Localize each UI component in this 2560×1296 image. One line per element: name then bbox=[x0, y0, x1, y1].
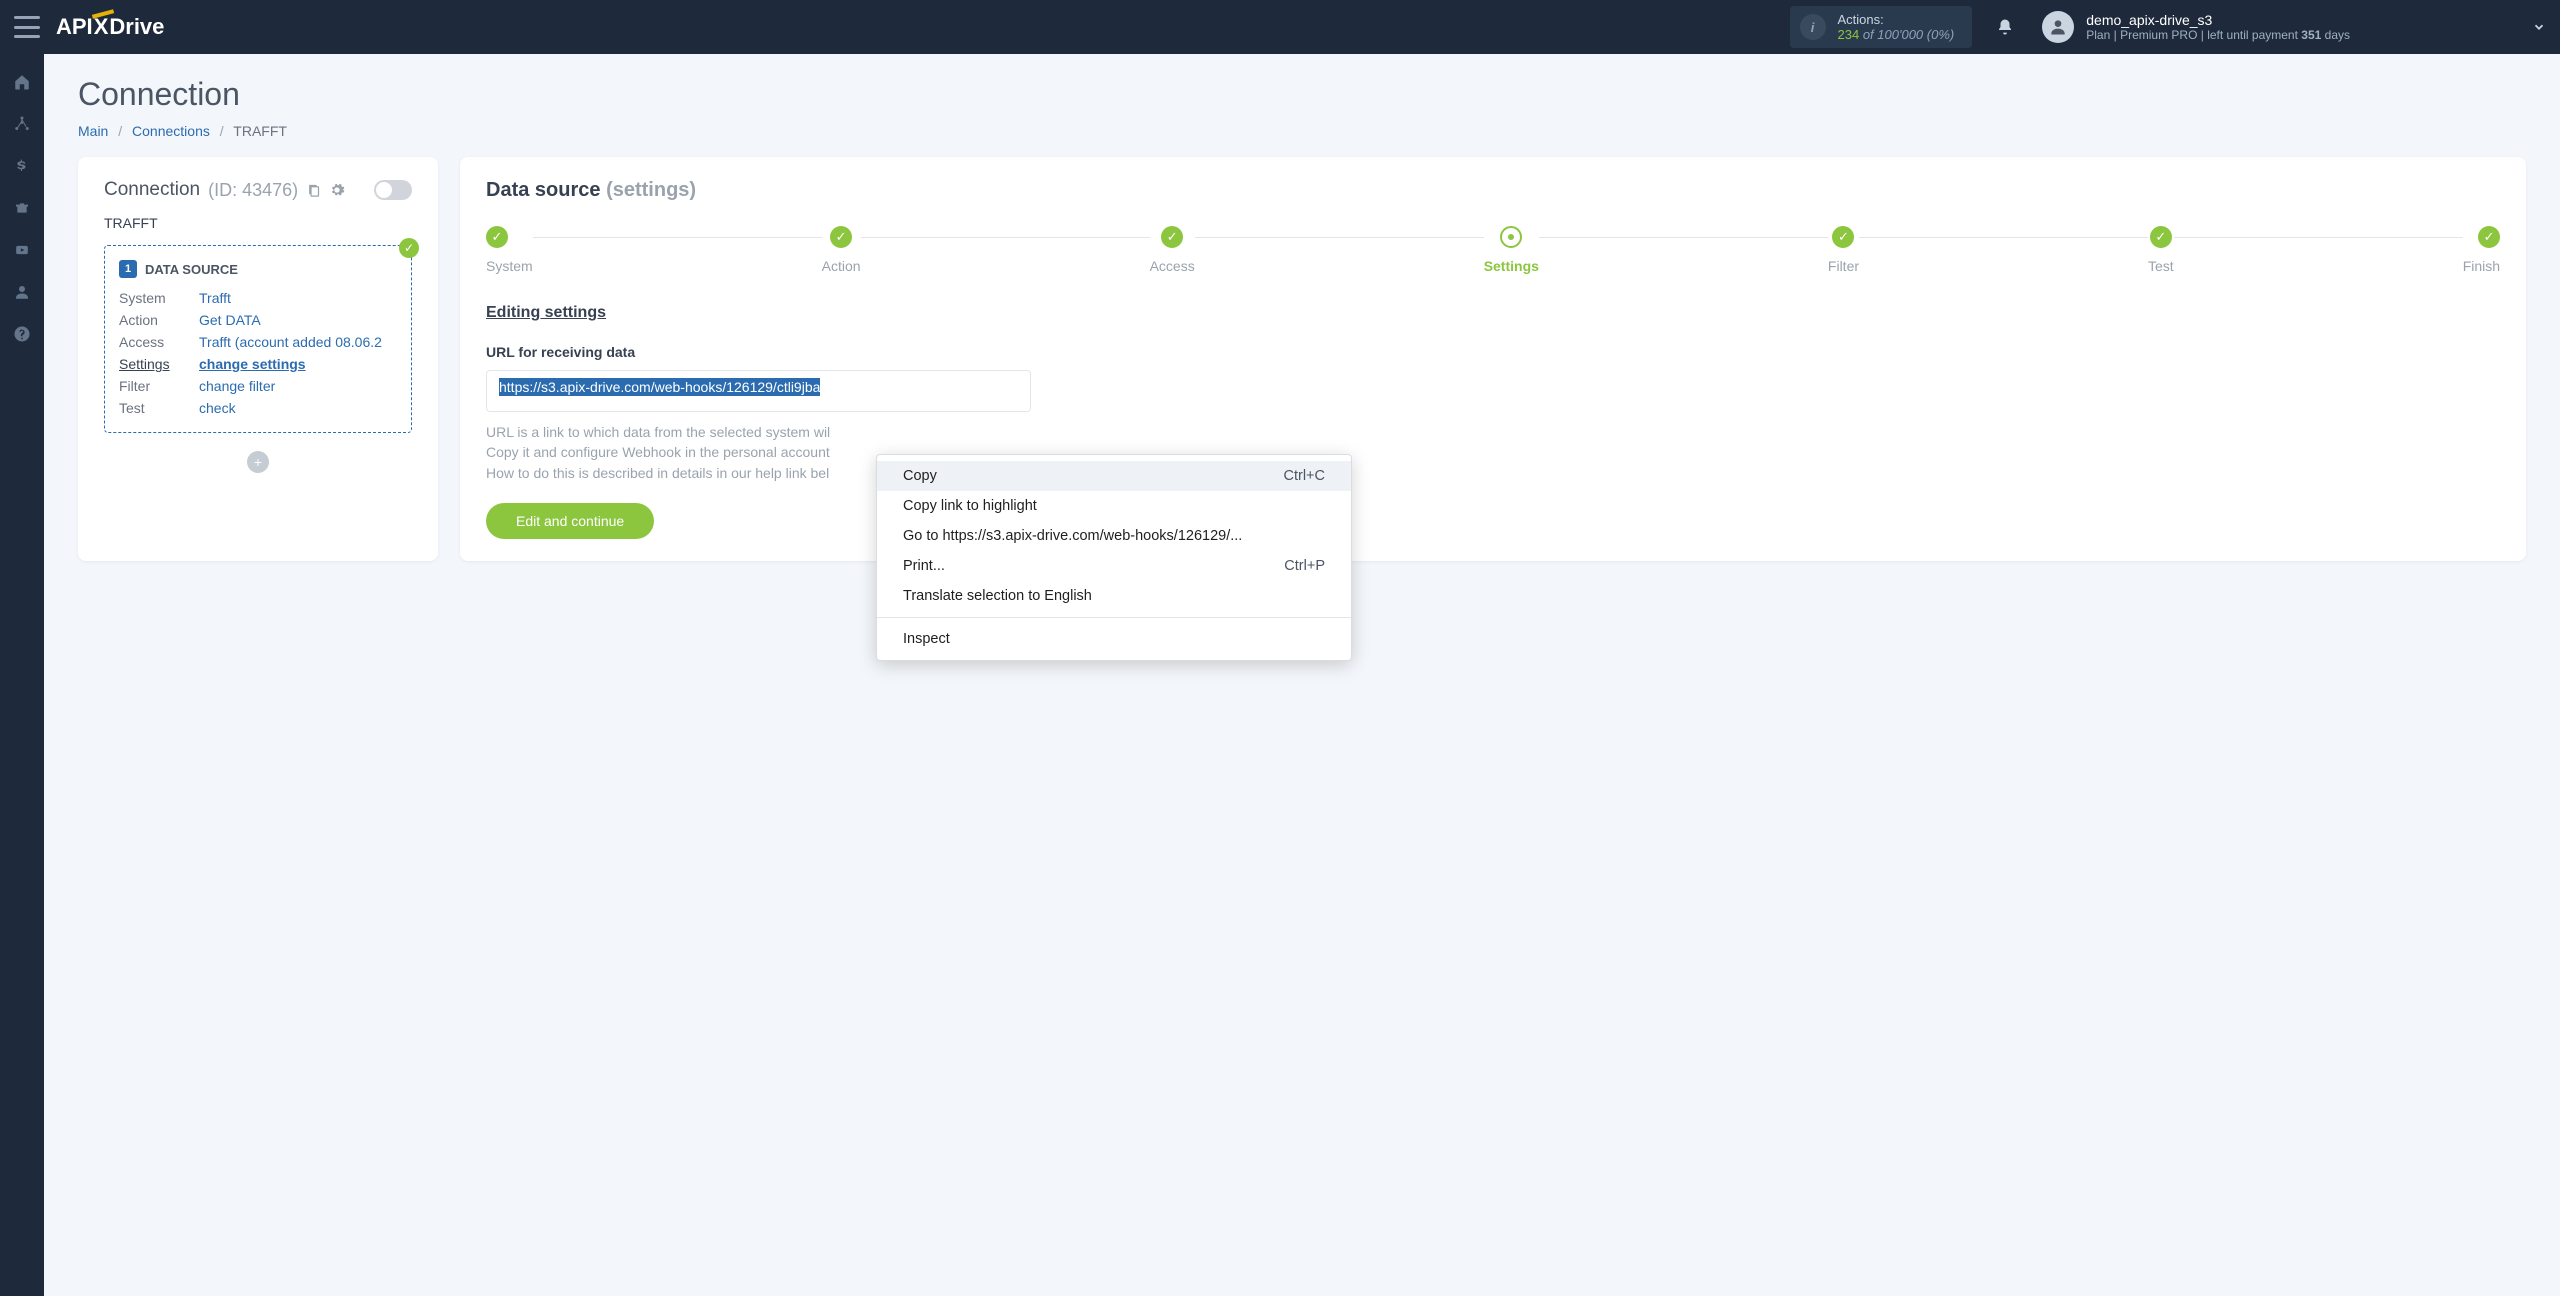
menu-icon[interactable] bbox=[14, 16, 40, 38]
logo[interactable]: API X Drive bbox=[56, 14, 164, 40]
url-field-label: URL for receiving data bbox=[486, 344, 2500, 360]
edit-continue-button[interactable]: Edit and continue bbox=[486, 503, 654, 539]
ds-link-access[interactable]: Trafft (account added 08.06.2 bbox=[199, 334, 397, 350]
gear-icon[interactable] bbox=[329, 182, 345, 198]
url-value: https://s3.apix-drive.com/web-hooks/1261… bbox=[499, 378, 820, 396]
user-name: demo_apix-drive_s3 bbox=[2086, 12, 2350, 28]
ds-label-filter: Filter bbox=[119, 378, 199, 394]
chevron-down-icon[interactable] bbox=[2532, 20, 2546, 34]
ctx-inspect[interactable]: Inspect bbox=[877, 624, 1351, 654]
step-settings[interactable]: Settings bbox=[1484, 226, 1539, 274]
settings-card: Data source (settings) ✓System ✓Action ✓… bbox=[460, 157, 2526, 561]
sidebar-item-home[interactable] bbox=[0, 64, 44, 100]
ctx-translate[interactable]: Translate selection to English bbox=[877, 581, 1351, 611]
plan-name: Premium PRO bbox=[2120, 28, 2197, 42]
actions-counter[interactable]: i Actions: 234 of 100'000 (0%) bbox=[1790, 6, 1973, 48]
step-access[interactable]: ✓Access bbox=[1150, 226, 1195, 274]
bell-icon[interactable] bbox=[1996, 18, 2014, 36]
info-icon: i bbox=[1800, 14, 1826, 40]
help-text: URL is a link to which data from the sel… bbox=[486, 422, 2500, 483]
step-system[interactable]: ✓System bbox=[486, 226, 533, 274]
breadcrumb-connections[interactable]: Connections bbox=[132, 123, 210, 139]
logo-x: X bbox=[94, 14, 109, 40]
ds-link-settings[interactable]: change settings bbox=[199, 356, 397, 372]
content: Connection Main / Connections / TRAFFT C… bbox=[44, 54, 2560, 1296]
ds-link-test[interactable]: check bbox=[199, 400, 397, 416]
ds-title: DATA SOURCE bbox=[145, 262, 238, 277]
breadcrumb-current: TRAFFT bbox=[233, 123, 287, 139]
step-test[interactable]: ✓Test bbox=[2148, 226, 2174, 274]
ds-label-settings: Settings bbox=[119, 356, 199, 372]
context-menu: CopyCtrl+C Copy link to highlight Go to … bbox=[876, 454, 1352, 661]
ds-link-filter[interactable]: change filter bbox=[199, 378, 397, 394]
ds-label-access: Access bbox=[119, 334, 199, 350]
logo-text-b: Drive bbox=[109, 14, 164, 40]
plan-days: 351 bbox=[2301, 28, 2321, 42]
sidebar-item-help[interactable] bbox=[0, 316, 44, 352]
connection-toggle[interactable] bbox=[374, 180, 412, 200]
add-destination-button[interactable]: + bbox=[247, 451, 269, 473]
ctx-print[interactable]: Print...Ctrl+P bbox=[877, 551, 1351, 581]
ds-link-action[interactable]: Get DATA bbox=[199, 312, 397, 328]
sidebar bbox=[0, 54, 44, 1296]
user-menu[interactable]: demo_apix-drive_s3 Plan | Premium PRO | … bbox=[2042, 11, 2546, 43]
ds-label-test: Test bbox=[119, 400, 199, 416]
connection-name: TRAFFT bbox=[104, 215, 412, 231]
data-source-box[interactable]: ✓ 1 DATA SOURCE System Trafft Action Get… bbox=[104, 245, 412, 433]
logo-text-a: API bbox=[56, 14, 93, 40]
ds-badge: 1 bbox=[119, 260, 137, 278]
connection-id: (ID: 43476) bbox=[208, 180, 298, 201]
copy-icon[interactable] bbox=[306, 183, 321, 198]
ds-label-system: System bbox=[119, 290, 199, 306]
step-action[interactable]: ✓Action bbox=[822, 226, 861, 274]
sidebar-item-connections[interactable] bbox=[0, 106, 44, 142]
url-input[interactable]: https://s3.apix-drive.com/web-hooks/1261… bbox=[486, 370, 1031, 412]
settings-title: Data source (settings) bbox=[486, 179, 2500, 202]
step-finish[interactable]: ✓Finish bbox=[2463, 226, 2500, 274]
breadcrumb-main[interactable]: Main bbox=[78, 123, 108, 139]
sidebar-item-billing[interactable] bbox=[0, 148, 44, 184]
ds-label-action: Action bbox=[119, 312, 199, 328]
ctx-copy[interactable]: CopyCtrl+C bbox=[877, 461, 1351, 491]
connection-card: Connection (ID: 43476) TRAFFT ✓ 1 DATA bbox=[78, 157, 438, 561]
breadcrumb: Main / Connections / TRAFFT bbox=[78, 123, 2526, 139]
step-filter[interactable]: ✓Filter bbox=[1828, 226, 1859, 274]
ctx-goto[interactable]: Go to https://s3.apix-drive.com/web-hook… bbox=[877, 521, 1351, 551]
topbar: API X Drive i Actions: 234 of 100'000 (0… bbox=[0, 0, 2560, 54]
connection-header: Connection bbox=[104, 179, 200, 201]
sidebar-item-video[interactable] bbox=[0, 232, 44, 268]
ctx-separator bbox=[877, 617, 1351, 618]
sidebar-item-tools[interactable] bbox=[0, 190, 44, 226]
check-icon: ✓ bbox=[399, 238, 419, 258]
avatar-icon bbox=[2042, 11, 2074, 43]
ctx-copy-highlight[interactable]: Copy link to highlight bbox=[877, 491, 1351, 521]
ds-link-system[interactable]: Trafft bbox=[199, 290, 397, 306]
actions-total: 100'000 bbox=[1877, 27, 1923, 42]
actions-pct: (0%) bbox=[1927, 27, 1954, 42]
stepper: ✓System ✓Action ✓Access Settings ✓Filter… bbox=[486, 226, 2500, 274]
sidebar-item-account[interactable] bbox=[0, 274, 44, 310]
section-title: Editing settings bbox=[486, 304, 2500, 322]
actions-used: 234 bbox=[1838, 27, 1860, 42]
actions-label: Actions: bbox=[1838, 12, 1955, 27]
page-title: Connection bbox=[78, 76, 2526, 113]
